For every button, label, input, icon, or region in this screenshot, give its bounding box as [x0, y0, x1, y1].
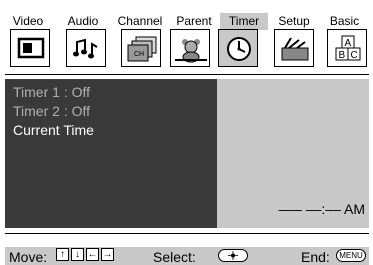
arrow-left-icon: ←: [86, 248, 99, 261]
time-display: ––– ––:–– AM: [217, 198, 369, 222]
svg-text:CH: CH: [134, 51, 144, 58]
menu-item-timer-1[interactable]: Timer 1 : Off: [13, 83, 90, 101]
abc-blocks-icon[interactable]: ABC: [327, 29, 367, 67]
arrow-right-icon: →: [101, 248, 114, 261]
select-button-icon: [218, 249, 248, 262]
select-label: Select:: [153, 249, 196, 265]
setup-toolbox-icon[interactable]: [274, 29, 314, 67]
tab-channel[interactable]: Channel: [109, 13, 171, 30]
clock-icon[interactable]: [218, 29, 258, 67]
tab-timer[interactable]: Timer: [220, 13, 268, 30]
menu-tab-bar: Video Audio Channel Parent Timer Setup B…: [5, 13, 369, 30]
svg-text:B: B: [339, 50, 346, 61]
tab-icon-row: CH ABC: [5, 29, 369, 69]
bottom-divider: [5, 233, 369, 234]
tab-basic[interactable]: Basic: [320, 13, 369, 30]
parent-teddy-icon[interactable]: [170, 29, 210, 67]
tab-parent[interactable]: Parent: [171, 13, 217, 30]
footer-help-bar: Move: ↑ ↓ ← → Select: End: MENU: [5, 247, 369, 265]
arrow-down-icon: ↓: [71, 248, 84, 261]
current-time-value[interactable]: ––– ––:–– AM: [279, 201, 365, 217]
tab-video[interactable]: Video: [5, 13, 51, 30]
music-notes-icon[interactable]: [66, 29, 106, 67]
end-label: End:: [301, 249, 330, 265]
display-icon[interactable]: [10, 29, 50, 67]
timer-menu-list: Timer 1 : Off Timer 2 : Off Current Time: [5, 79, 217, 228]
top-divider: [5, 74, 369, 75]
tab-audio[interactable]: Audio: [57, 13, 109, 30]
channel-stack-icon[interactable]: CH: [121, 29, 161, 67]
menu-item-current-time[interactable]: Current Time: [13, 121, 94, 139]
menu-item-timer-2[interactable]: Timer 2 : Off: [13, 102, 90, 120]
menu-key-icon: MENU: [336, 249, 366, 262]
move-label: Move:: [9, 249, 48, 265]
tab-setup[interactable]: Setup: [268, 13, 320, 30]
svg-text:A: A: [345, 38, 352, 49]
arrow-up-icon: ↑: [56, 248, 69, 261]
svg-text:C: C: [351, 50, 358, 61]
